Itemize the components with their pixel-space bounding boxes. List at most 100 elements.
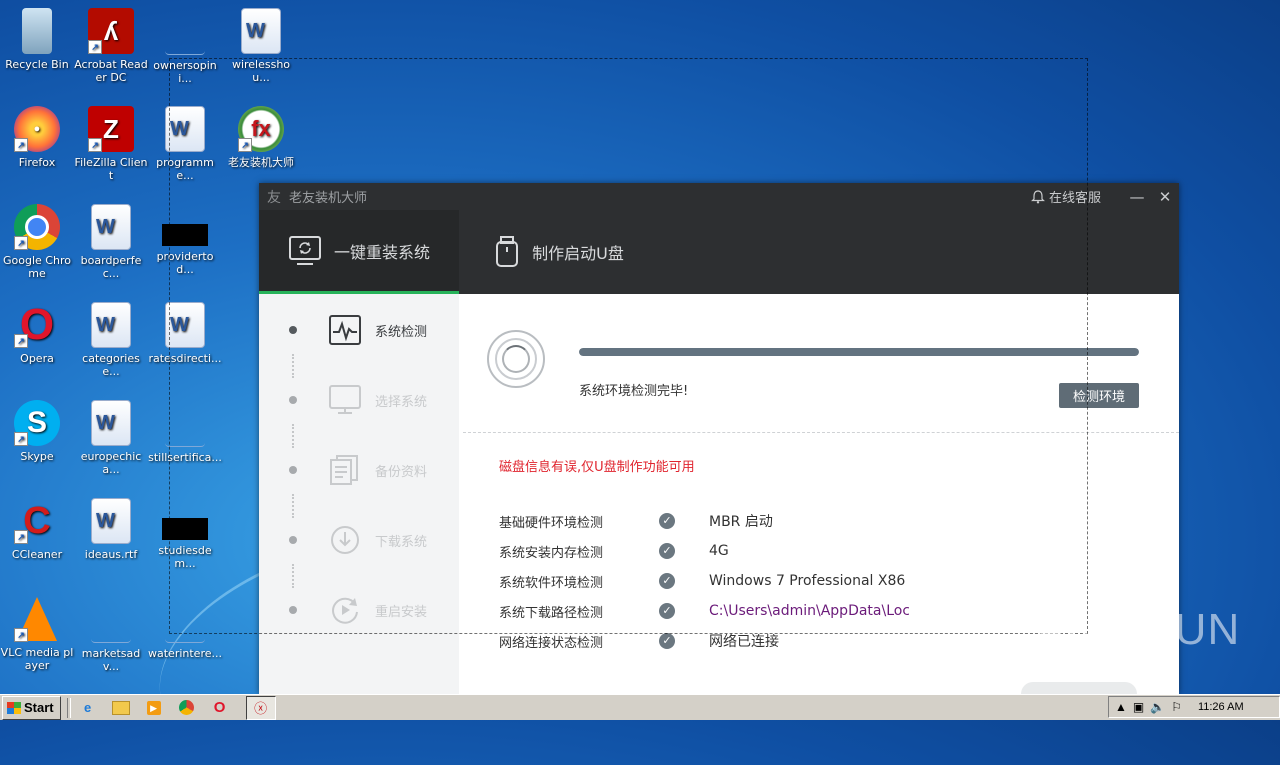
- check-label: 系统安装内存检测: [499, 545, 604, 561]
- step-connector: [292, 564, 296, 588]
- desktop-icon-skype[interactable]: S ↗ Skype: [0, 400, 74, 463]
- online-service-label: 在线客服: [1048, 191, 1101, 206]
- desktop-icon-word-doc[interactable]: W boardperfec...: [74, 204, 148, 280]
- usb-drive-icon: [496, 236, 519, 267]
- desktop-icon-label: studiesdem...: [158, 544, 212, 570]
- tab-label: 制作启动U盘: [532, 244, 624, 263]
- step-label: 选择系统: [375, 394, 428, 410]
- desktop-icon-file[interactable]: studiesdem...: [148, 498, 222, 570]
- desktop-icon-label: VLC media player: [0, 646, 74, 672]
- dashed-divider: [463, 432, 1179, 433]
- laoyou-app-icon: fx ↗: [238, 106, 284, 152]
- check-value: 4G: [709, 543, 729, 559]
- chrome-icon: [179, 700, 195, 715]
- start-button[interactable]: Start: [2, 695, 61, 720]
- desktop-icon-label: Google Chrome: [3, 254, 71, 280]
- blank-file-icon: [165, 596, 205, 643]
- minimize-button[interactable]: —: [1123, 188, 1151, 206]
- step-system-detect: 系统检测: [259, 310, 459, 350]
- step-dot: [289, 326, 297, 334]
- desktop-icon-label: programme...: [156, 156, 214, 182]
- desktop-icon-label: providertod...: [156, 250, 214, 276]
- detect-environment-button[interactable]: 检测环境: [1059, 383, 1139, 408]
- desktop-icon-recycle-bin[interactable]: Recycle Bin: [0, 8, 74, 71]
- check-circle-icon: ✓: [659, 633, 675, 649]
- word-document-icon: W: [165, 302, 205, 348]
- desktop-icon-acrobat[interactable]: ʎ ↗ Acrobat Reader DC: [74, 8, 148, 84]
- step-dot: [289, 536, 297, 544]
- step-dot: [289, 606, 297, 614]
- check-value: MBR 启动: [709, 514, 773, 530]
- next-button-partial[interactable]: [1021, 682, 1137, 694]
- taskbar-app-laoyou[interactable]: ⓧ: [245, 695, 276, 720]
- blank-file-icon: [91, 596, 131, 643]
- tab-make-usb-boot[interactable]: 制作启动U盘: [459, 210, 659, 294]
- desktop-icon-file[interactable]: waterintere...: [148, 596, 222, 660]
- desktop-icon-word-doc[interactable]: W europechica...: [74, 400, 148, 476]
- desktop-icon-label: Recycle Bin: [5, 58, 69, 71]
- word-document-icon: W: [91, 498, 131, 544]
- desktop-icon-ccleaner[interactable]: C ↗ CCleaner: [0, 498, 74, 562]
- step-connector: [292, 424, 296, 448]
- step-label: 下载系统: [375, 534, 428, 550]
- ie-quicklaunch[interactable]: e: [77, 698, 99, 718]
- desktop-icon-word-doc[interactable]: W wirelesshou...: [224, 8, 298, 84]
- desktop-icon-word-doc[interactable]: W ratesdirecti...: [148, 302, 222, 365]
- opera-quicklaunch[interactable]: O: [209, 698, 231, 718]
- chrome-quicklaunch[interactable]: [176, 698, 198, 718]
- shortcut-arrow-icon: ↗: [14, 530, 28, 544]
- check-circle-icon: ✓: [659, 573, 675, 589]
- download-path-link[interactable]: C:\Users\admin\AppData\Loca: [709, 603, 909, 619]
- step-download-system: 下载系统: [259, 520, 459, 560]
- tab-one-click-reinstall[interactable]: 一键重装系统: [259, 210, 459, 294]
- check-row: 系统软件环境检测 ✓ Windows 7 Professional X86: [499, 566, 1159, 596]
- check-circle-icon: ✓: [659, 513, 675, 529]
- desktop-icon-file[interactable]: stillsertifica...: [148, 400, 222, 464]
- monitor-icon: [329, 385, 361, 414]
- desktop-icon-firefox[interactable]: ● ↗ Firefox: [0, 106, 74, 169]
- anyrun-watermark: ANY RUN: [1036, 605, 1241, 654]
- desktop-icon-label: ideaus.rtf: [84, 548, 138, 561]
- detect-spinner-icon: [487, 330, 545, 388]
- desktop-icon-word-doc[interactable]: W categoriese...: [74, 302, 148, 378]
- network-icon[interactable]: ▣: [1133, 700, 1144, 714]
- desktop-icon-filezilla[interactable]: Z ↗ FileZilla Client: [74, 106, 148, 182]
- online-service-button[interactable]: 在线客服: [1031, 187, 1101, 206]
- volume-icon[interactable]: 🔈: [1150, 700, 1165, 714]
- close-button[interactable]: ✕: [1151, 188, 1179, 206]
- check-circle-icon: ✓: [659, 543, 675, 559]
- steps-sidebar: 系统检测 选择系统 备份资料 下载系统 重启安装: [259, 294, 459, 694]
- step-connector: [292, 494, 296, 518]
- desktop-icon-file[interactable]: ownersopini...: [148, 8, 222, 85]
- start-label: Start: [24, 700, 54, 715]
- media-player-quicklaunch[interactable]: ▶: [143, 698, 165, 718]
- shortcut-arrow-icon: ↗: [14, 334, 28, 348]
- desktop-icon-file[interactable]: providertod...: [148, 204, 222, 276]
- word-document-icon: W: [165, 106, 205, 152]
- desktop-icon-word-doc[interactable]: W programme...: [148, 106, 222, 182]
- clock[interactable]: 11:26 AM: [1198, 701, 1244, 713]
- desktop-icon-file[interactable]: marketsadv...: [74, 596, 148, 673]
- desktop-icon-label: Skype: [20, 450, 54, 463]
- desktop-icon-word-doc[interactable]: W ideaus.rtf: [74, 498, 148, 561]
- desktop-icon-opera[interactable]: O ↗ Opera: [0, 300, 74, 365]
- desktop-icon-label: Acrobat Reader DC: [74, 58, 148, 84]
- desktop-icon-vlc[interactable]: ↗ VLC media player: [0, 596, 74, 672]
- step-restart-install: 重启安装: [259, 590, 459, 630]
- title-bar[interactable]: 友 老友装机大师 在线客服 — ✕: [259, 183, 1179, 210]
- detect-progress-bar: [579, 348, 1139, 356]
- desktop-icon-label: 老友装机大师: [228, 156, 294, 169]
- desktop-icon-label: ownersopini...: [153, 59, 217, 85]
- skype-icon: S ↗: [14, 400, 60, 446]
- main-tabs: 一键重装系统 制作启动U盘: [259, 210, 1179, 294]
- step-label: 重启安装: [375, 604, 428, 620]
- desktop-icon-chrome[interactable]: ↗ Google Chrome: [0, 204, 74, 280]
- recycle-bin-icon: [22, 8, 52, 54]
- action-center-flag-icon[interactable]: ⚐: [1171, 700, 1182, 714]
- explorer-quicklaunch[interactable]: [110, 698, 132, 718]
- show-hidden-icons-icon[interactable]: ▲: [1115, 700, 1127, 714]
- desktop-icon-laoyou[interactable]: fx ↗ 老友装机大师: [224, 106, 298, 169]
- taskbar: Start e ▶ O ⓧ ▲ ▣ 🔈 ⚐ 11:26 AM: [0, 694, 1280, 720]
- desktop-icon-label: marketsadv...: [81, 647, 141, 673]
- folder-icon: [111, 700, 130, 715]
